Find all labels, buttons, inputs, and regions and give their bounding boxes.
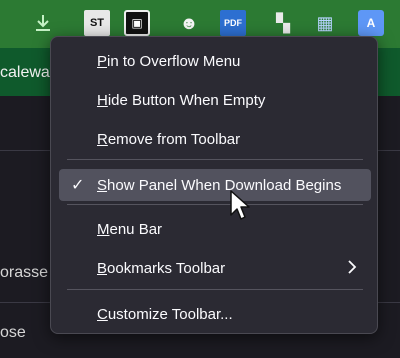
menu-item-menu-bar[interactable]: Menu Bar	[59, 213, 371, 245]
menu-item-customize-toolbar[interactable]: Customize Toolbar...	[59, 298, 371, 330]
note-glyph-icon: ▣	[131, 16, 143, 30]
menu-item-label: Show Panel When Download Begins	[97, 176, 342, 194]
grid-add-icon[interactable]: ▚	[270, 10, 296, 36]
menu-separator	[67, 289, 363, 290]
tiles-icon[interactable]: ▦	[312, 10, 338, 36]
menu-item-bookmarks-toolbar[interactable]: Bookmarks Toolbar	[59, 252, 371, 284]
translate-icon[interactable]: A	[358, 10, 384, 36]
menu-item-label: Bookmarks Toolbar	[97, 259, 226, 277]
menu-item-hide-button-when-empty[interactable]: Hide Button When Empty	[59, 84, 371, 116]
st-extension-icon[interactable]: ST	[84, 10, 110, 36]
st-extension-label: ST	[89, 17, 105, 29]
menu-item-label: Menu Bar	[97, 220, 163, 238]
grid-glyph-icon: ▚	[276, 12, 290, 33]
mask-glyph-icon: ☻	[179, 12, 199, 33]
menu-item-label: Pin to Overflow Menu	[97, 52, 241, 70]
mask-extension-icon[interactable]: ☻	[176, 10, 202, 36]
menu-separator	[67, 159, 363, 160]
mouse-pointer-icon	[229, 189, 253, 223]
menu-item-pin-to-overflow[interactable]: Pin to Overflow Menu	[59, 45, 371, 77]
chevron-right-icon	[347, 258, 357, 279]
menu-item-show-panel-when-download-begins[interactable]: ✓ Show Panel When Download Begins	[59, 169, 371, 201]
checkmark-icon: ✓	[71, 177, 85, 194]
pdf-extension-label: PDF	[224, 18, 242, 28]
menu-separator	[67, 204, 363, 205]
download-icon[interactable]	[30, 10, 56, 36]
tiles-glyph-icon: ▦	[316, 12, 334, 33]
menu-item-label: Hide Button When Empty	[97, 91, 266, 109]
note-extension-icon[interactable]: ▣	[124, 10, 150, 36]
pdf-extension-icon[interactable]: PDF	[220, 10, 246, 36]
page-text-1: orasse	[0, 264, 49, 281]
menu-item-label: Remove from Toolbar	[97, 130, 241, 148]
download-arrow-icon	[36, 15, 50, 31]
menu-item-remove-from-toolbar[interactable]: Remove from Toolbar	[59, 123, 371, 155]
page-text-2: ose	[0, 324, 26, 341]
menu-item-label: Customize Toolbar...	[97, 305, 233, 323]
toolbar-context-menu: Pin to Overflow Menu Hide Button When Em…	[50, 36, 378, 334]
translate-glyph-icon: A	[366, 16, 376, 30]
